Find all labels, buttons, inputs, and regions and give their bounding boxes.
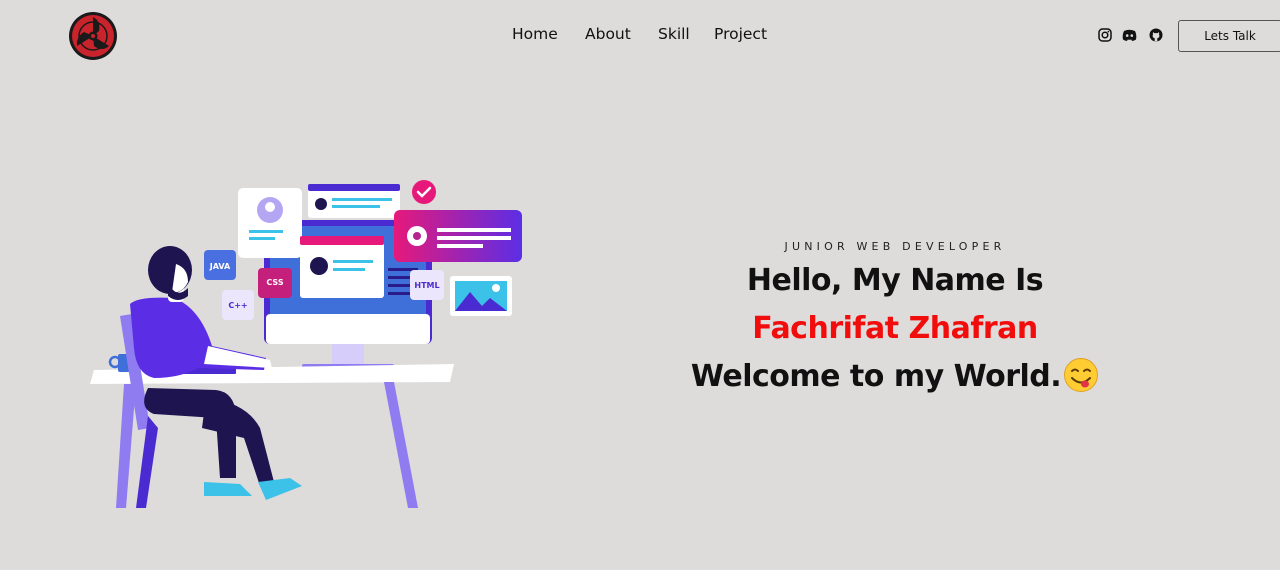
discord-icon[interactable] bbox=[1122, 28, 1137, 42]
tag-cpp: C++ bbox=[222, 290, 254, 320]
browser-card-top bbox=[308, 184, 400, 218]
hero-text: JUNIOR WEB DEVELOPER Hello, My Name Is F… bbox=[640, 240, 1150, 401]
navbar: Home About Skill Project Lets Talk bbox=[0, 0, 1280, 70]
yum-emoji-icon bbox=[1064, 357, 1099, 392]
svg-text:CSS: CSS bbox=[266, 278, 283, 287]
svg-text:HTML: HTML bbox=[414, 281, 439, 290]
check-badge bbox=[412, 180, 436, 204]
nav-project[interactable]: Project bbox=[714, 25, 767, 43]
image-card bbox=[450, 276, 512, 316]
nav-about[interactable]: About bbox=[585, 25, 631, 43]
tag-java: JAVA bbox=[204, 250, 236, 280]
browser-card-middle bbox=[300, 236, 384, 298]
role-subtitle: JUNIOR WEB DEVELOPER bbox=[784, 240, 1006, 253]
profile-card bbox=[238, 188, 302, 258]
settings-card bbox=[394, 210, 522, 262]
nav-skill[interactable]: Skill bbox=[658, 25, 690, 43]
hero-welcome-line: Welcome to my World. bbox=[640, 353, 1150, 401]
nav-home[interactable]: Home bbox=[512, 25, 558, 43]
nav-links: Home About Skill Project bbox=[0, 25, 1280, 47]
instagram-icon[interactable] bbox=[1098, 28, 1112, 42]
hero-name: Fachrifat Zhafran bbox=[752, 311, 1038, 346]
tag-html: HTML bbox=[410, 270, 444, 300]
developer-illustration: JAVA CSS C++ HTML bbox=[90, 180, 522, 508]
lets-talk-button[interactable]: Lets Talk bbox=[1178, 20, 1280, 52]
svg-text:JAVA: JAVA bbox=[209, 262, 231, 271]
github-icon[interactable] bbox=[1149, 28, 1163, 42]
hero-greeting: Hello, My Name Is bbox=[746, 263, 1044, 298]
svg-text:C++: C++ bbox=[228, 301, 247, 310]
tag-css: CSS bbox=[258, 268, 292, 298]
hero-welcome: Welcome to my World. bbox=[690, 359, 1062, 394]
